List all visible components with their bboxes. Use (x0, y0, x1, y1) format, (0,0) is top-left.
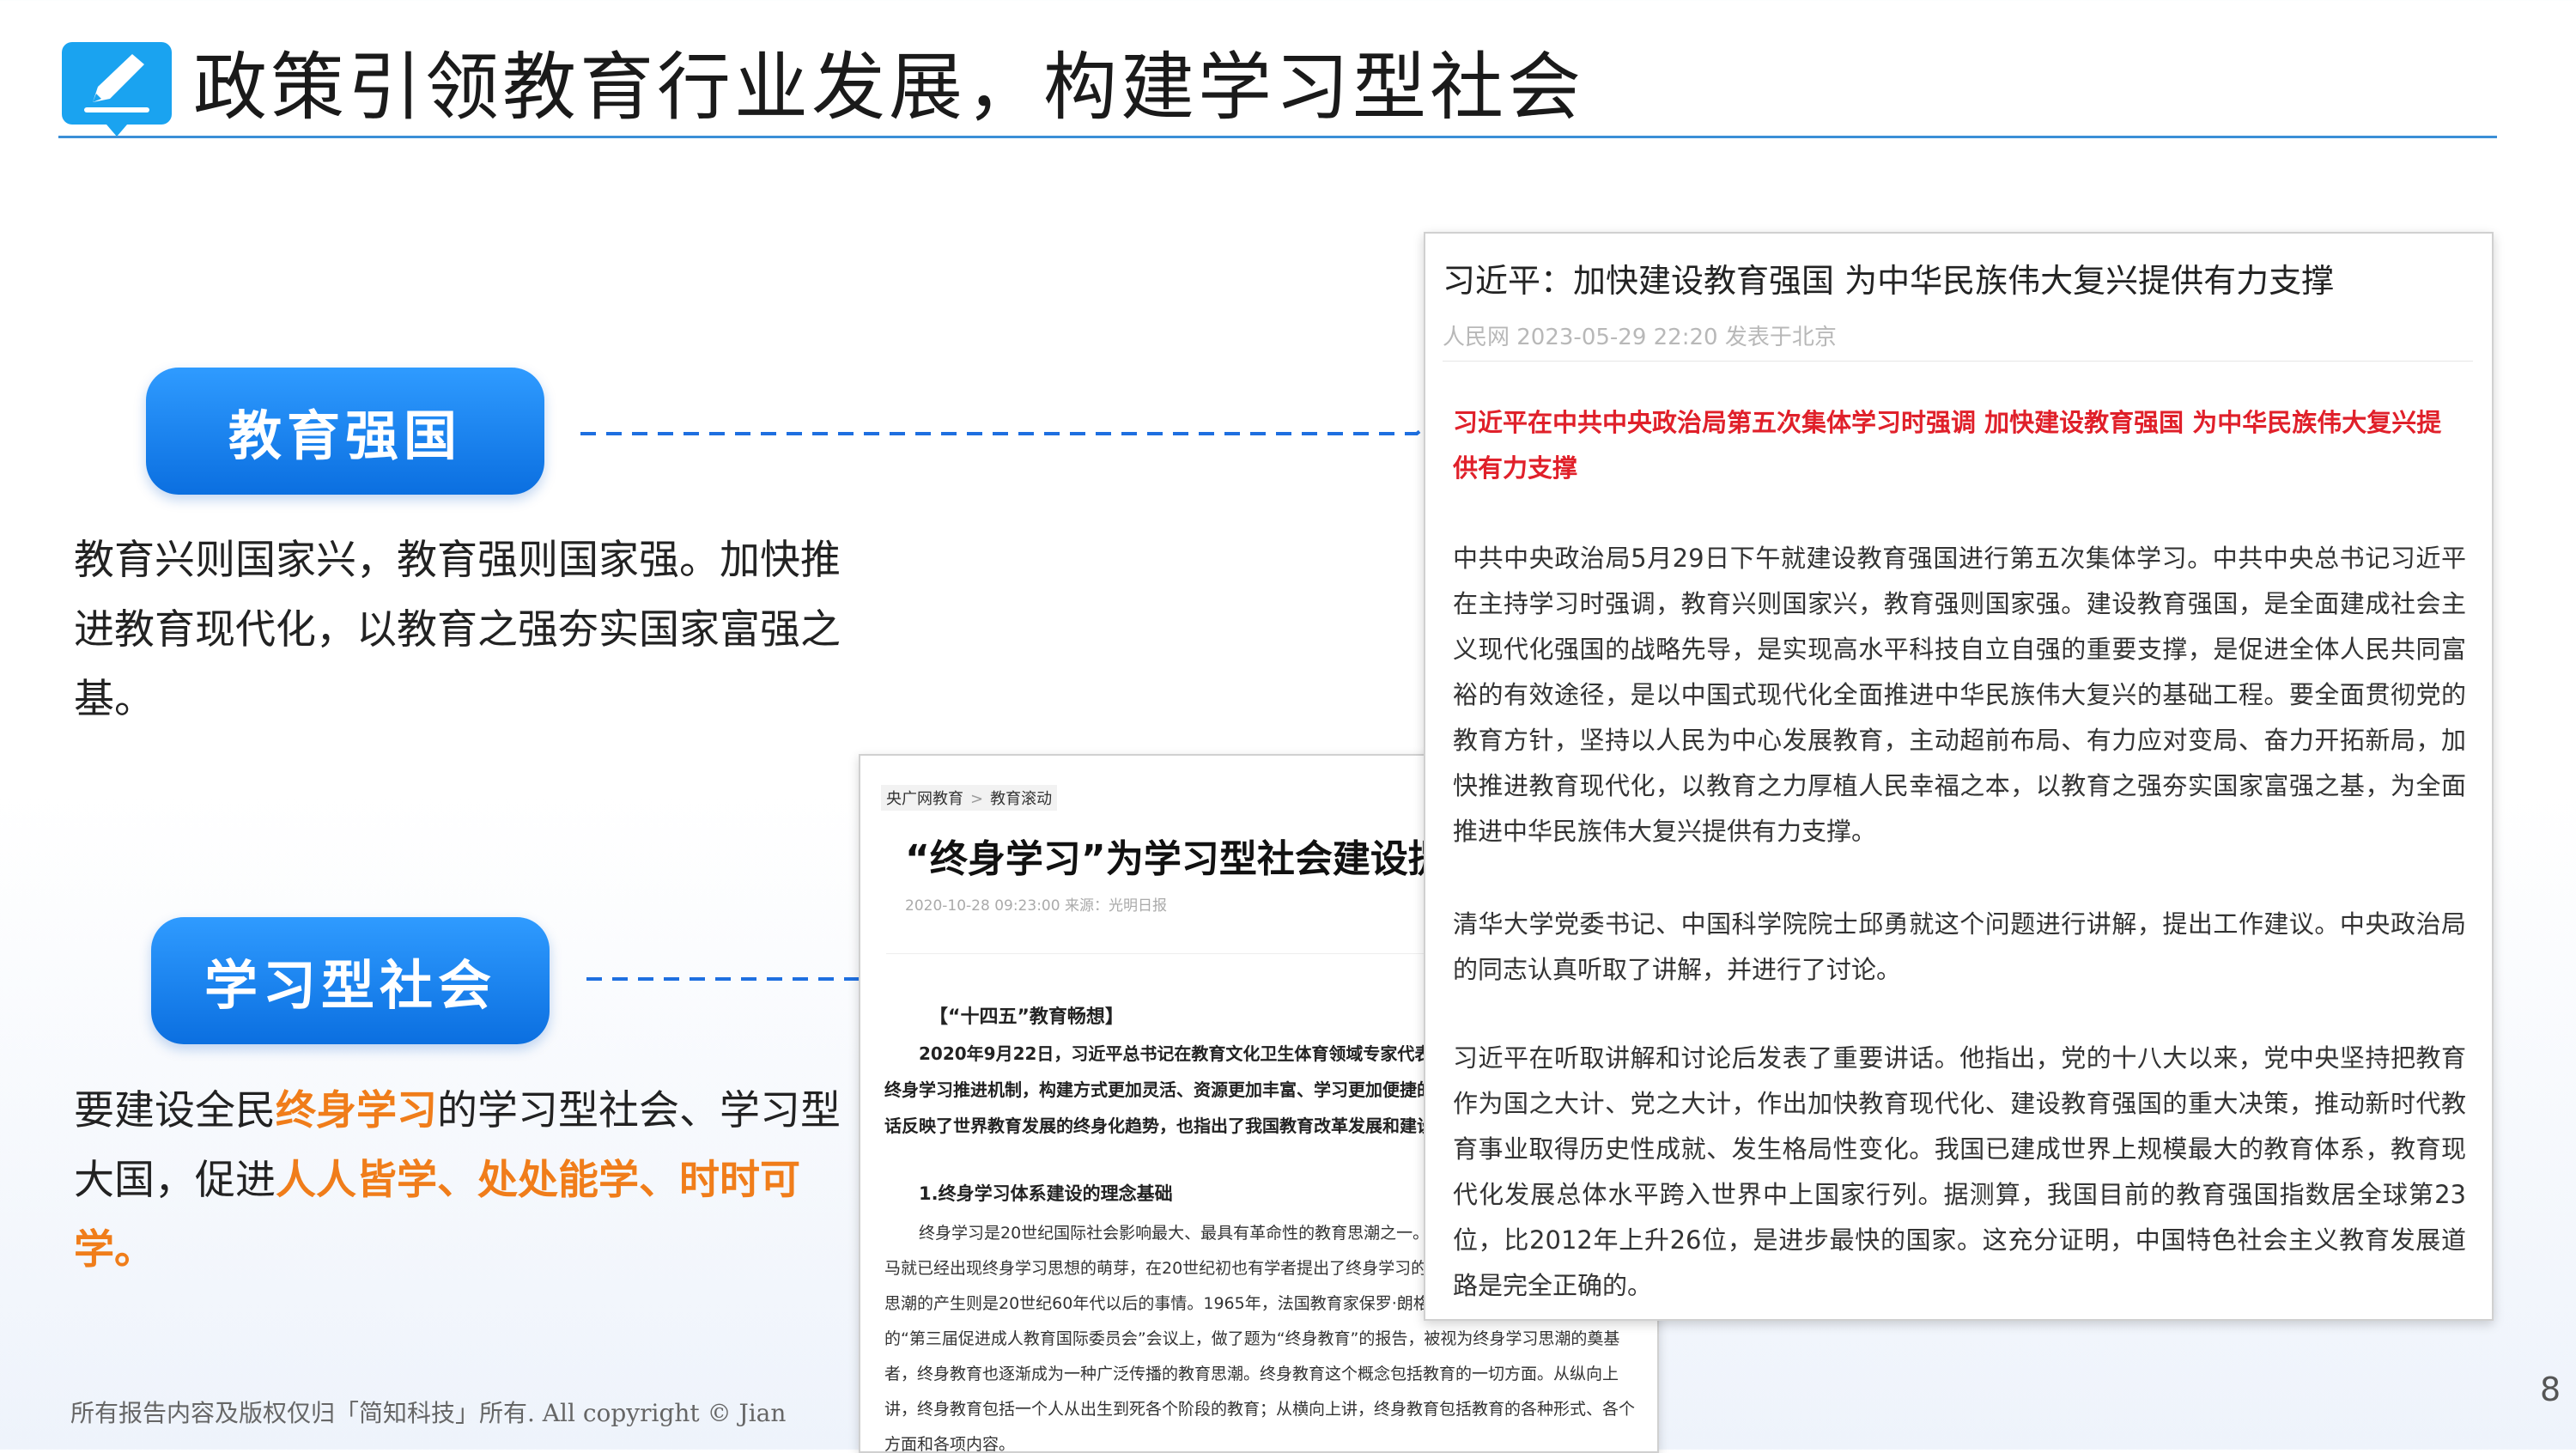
breadcrumb-section: 教育滚动 (990, 790, 1053, 808)
article-title: 习近平：加快建设教育强国 为中华民族伟大复兴提供有力支撑 (1443, 262, 2335, 300)
article-meta: 人民网 2023-05-29 22:20 发表于北京 (1443, 325, 1837, 350)
education-power-badge: 教育强国 (146, 368, 544, 495)
education-power-description: 教育兴则国家兴，教育强则国家强。加快推进教育现代化，以教育之强夯实国家富强之基。 (74, 537, 841, 723)
learning-society-description: 要建设全民终身学习的学习型社会、学习型大国，促进人人皆学、处处能学、时时可学。 (74, 1076, 872, 1285)
article-paragraph: 习近平在听取讲解和讨论后发表了重要讲话。他指出，党的十八大以来，党中央坚持把教育… (1453, 1043, 2466, 1300)
page-title: 政策引领教育行业发展，构建学习型社会 (193, 45, 1584, 131)
news-screenshot-education-power: 习近平：加快建设教育强国 为中华民族伟大复兴提供有力支撑 人民网 2023-05… (1424, 232, 2494, 1321)
learning-society-badge: 学习型社会 (151, 917, 550, 1044)
breadcrumb-home: 央广网教育 (886, 790, 963, 808)
article-meta: 2020-10-28 09:23:00 来源：光明日报 (905, 897, 1167, 915)
divider (1443, 361, 2473, 362)
desc2-highlight-lifelong: 终身学习 (276, 1087, 437, 1134)
page-number: 8 (2540, 1371, 2561, 1408)
article-headline: 习近平在中共中央政治局第五次集体学习时强调 加快建设教育强国 为中华民族伟大复兴… (1453, 408, 2442, 483)
breadcrumb: 央广网教育 > 教育滚动 (881, 785, 1058, 811)
desc2-text-1: 要建设全民 (74, 1087, 276, 1134)
edit-icon (58, 39, 175, 138)
article-paragraph: 清华大学党委书记、中国科学院院士邱勇就这个问题进行讲解，提出工作建议。中央政治局… (1453, 909, 2466, 984)
article-section-heading: 1.终身学习体系建设的理念基础 (919, 1183, 1173, 1204)
article-title: “终身学习”为学习型社会建设提供 (905, 837, 1484, 881)
article-subhead: 【“十四五”教育畅想】 (929, 1006, 1124, 1028)
copyright-footer: 所有报告内容及版权仅归「简知科技」所有. All copyright © Jia… (70, 1399, 787, 1427)
article-paragraph: 中共中央政治局5月29日下午就建设教育强国进行第五次集体学习。中共中央总书记习近… (1453, 544, 2466, 846)
title-underline (58, 136, 2497, 138)
breadcrumb-separator: > (970, 790, 984, 808)
